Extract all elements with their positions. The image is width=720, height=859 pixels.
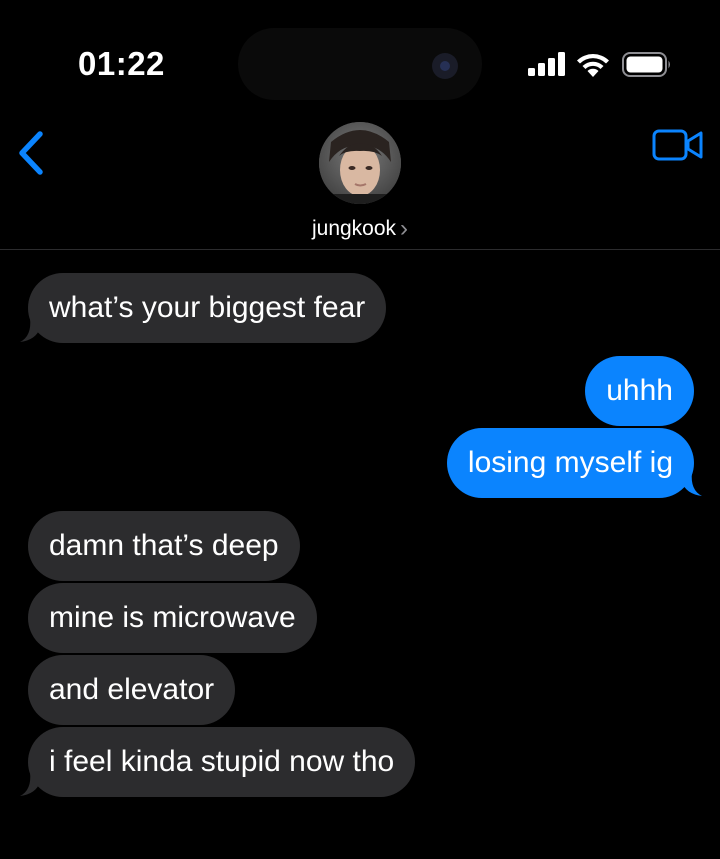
message-text: mine is microwave: [49, 601, 296, 634]
message-text: i feel kinda stupid now tho: [49, 745, 395, 778]
signal-icon: [528, 52, 565, 76]
message-text: damn that’s deep: [49, 529, 279, 562]
incoming-message[interactable]: damn that’s deep: [28, 511, 300, 581]
incoming-message[interactable]: what’s your biggest fear: [28, 273, 387, 343]
video-call-icon[interactable]: [652, 128, 704, 162]
avatar[interactable]: [319, 122, 401, 204]
chevron-right-icon: ›: [400, 215, 409, 242]
incoming-message[interactable]: mine is microwave: [28, 583, 317, 653]
outgoing-message[interactable]: uhhh: [585, 356, 694, 426]
message-text: uhhh: [606, 374, 673, 407]
battery-icon: [622, 52, 670, 77]
incoming-message[interactable]: i feel kinda stupid now tho: [28, 727, 416, 797]
camera-indicator-icon: [432, 53, 458, 79]
outgoing-message[interactable]: losing myself ig: [446, 428, 694, 498]
avatar-image: [319, 122, 401, 204]
bubble-tail-icon: [20, 772, 40, 796]
incoming-message[interactable]: and elevator: [28, 655, 236, 725]
message-text: what’s your biggest fear: [49, 291, 366, 324]
header-divider: [0, 249, 720, 250]
bubble-tail-icon: [20, 318, 40, 342]
status-bar: 01:22: [0, 0, 720, 110]
wifi-icon: [577, 54, 609, 77]
message-text: losing myself ig: [467, 446, 673, 479]
back-chevron-icon[interactable]: [12, 128, 52, 178]
message-text: and elevator: [49, 673, 215, 706]
status-time: 01:22: [78, 45, 165, 82]
contact-name-button[interactable]: jungkook ›: [0, 214, 720, 242]
contact-name: jungkook: [311, 217, 397, 240]
bubble-tail-icon: [682, 472, 702, 496]
